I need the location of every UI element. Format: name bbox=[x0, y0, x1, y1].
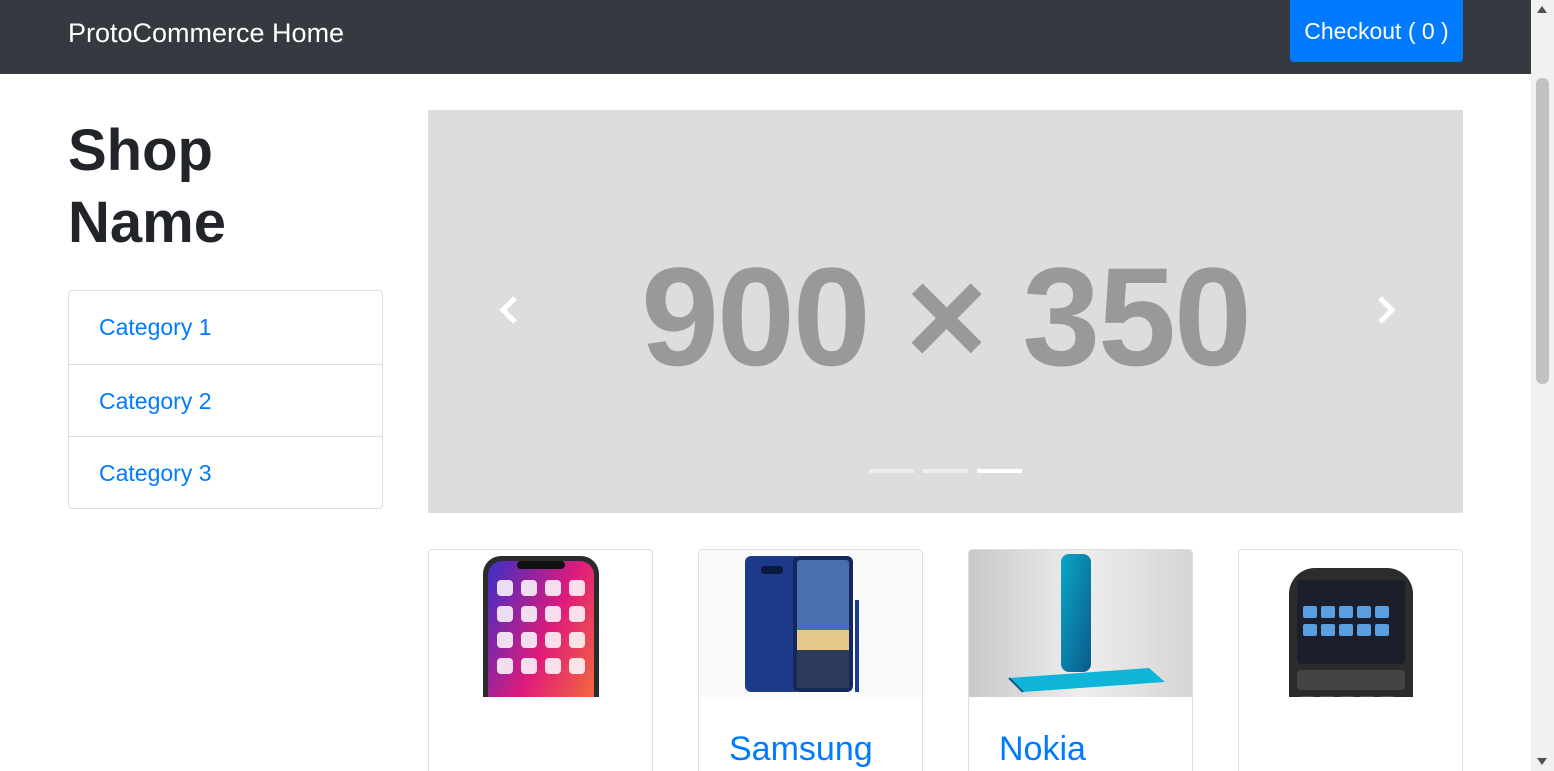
product-card: Nokia bbox=[968, 549, 1193, 771]
carousel: 900 × 350 bbox=[428, 110, 1463, 513]
product-title[interactable]: Nokia bbox=[999, 730, 1086, 769]
checkout-button[interactable]: Checkout ( 0 ) bbox=[1290, 0, 1463, 62]
product-title[interactable]: Samsung bbox=[729, 730, 873, 769]
product-card bbox=[1238, 549, 1463, 771]
category-item-1[interactable]: Category 1 bbox=[69, 291, 382, 364]
brand-link[interactable]: ProtoCommerce Home bbox=[68, 16, 344, 50]
carousel-next-button[interactable] bbox=[1365, 290, 1405, 330]
carousel-indicator-3[interactable] bbox=[977, 469, 1022, 473]
scroll-down-arrow-icon[interactable] bbox=[1537, 758, 1547, 765]
carousel-indicators bbox=[869, 469, 1031, 475]
carousel-indicator-2[interactable] bbox=[923, 469, 968, 473]
product-card bbox=[428, 549, 653, 771]
carousel-placeholder-image: 900 × 350 bbox=[428, 110, 1463, 513]
chevron-left-icon bbox=[499, 296, 517, 324]
carousel-indicator-1[interactable] bbox=[869, 469, 914, 473]
shop-name-heading: Shop Name bbox=[68, 118, 226, 255]
category-list: Category 1 Category 2 Category 3 bbox=[68, 290, 383, 509]
scroll-up-arrow-icon[interactable] bbox=[1537, 6, 1547, 13]
category-item-3[interactable]: Category 3 bbox=[69, 436, 382, 508]
nokia-edge-image[interactable] bbox=[969, 550, 1192, 697]
navbar: ProtoCommerce Home Checkout ( 0 ) bbox=[0, 0, 1531, 74]
samsung-note8-image[interactable] bbox=[699, 550, 922, 697]
carousel-placeholder-text: 900 × 350 bbox=[641, 238, 1252, 396]
page-scrollbar[interactable] bbox=[1531, 0, 1554, 771]
category-item-2[interactable]: Category 2 bbox=[69, 364, 382, 436]
product-card: Samsung bbox=[698, 549, 923, 771]
blackberry-image[interactable] bbox=[1239, 550, 1462, 697]
chevron-right-icon bbox=[1378, 296, 1396, 324]
scrollbar-thumb[interactable] bbox=[1536, 78, 1549, 384]
iphone-x-image[interactable] bbox=[429, 550, 652, 697]
carousel-prev-button[interactable] bbox=[490, 290, 530, 330]
